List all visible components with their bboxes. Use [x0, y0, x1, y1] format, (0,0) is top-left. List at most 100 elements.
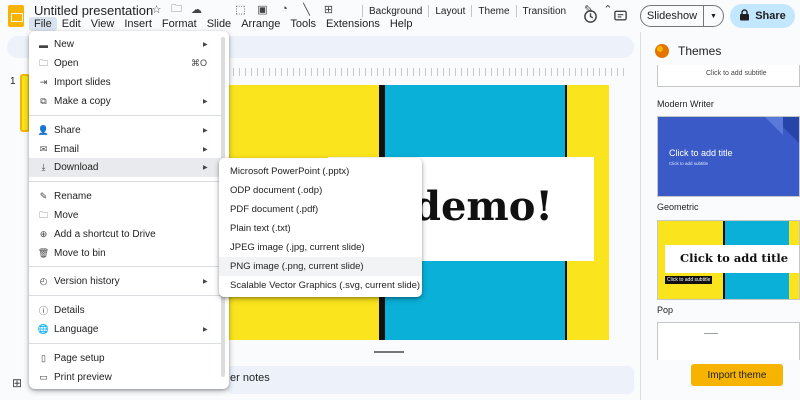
menu-slide[interactable]: Slide — [202, 17, 236, 31]
menu-item-add-shortcut[interactable]: ⊕ Add a shortcut to Drive — [29, 225, 221, 244]
slides-logo-icon[interactable] — [8, 5, 24, 27]
import-theme-button[interactable]: Import theme — [691, 364, 783, 386]
menu-arrange[interactable]: Arrange — [236, 17, 285, 31]
theme-button[interactable]: Theme — [472, 6, 515, 17]
menu-item-page-setup[interactable]: ▯ Page setup — [29, 349, 221, 368]
menu-item-make-copy[interactable]: ⧉ Make a copy ▶ — [29, 92, 221, 111]
menu-item-move-to-bin[interactable]: 🗑 Move to bin — [29, 244, 221, 263]
menu-item-download[interactable]: ⤓ Download ▶ — [29, 158, 221, 177]
download-odp[interactable]: ODP document (.odp) — [219, 181, 422, 200]
person-add-icon: 👤 — [37, 125, 50, 135]
globe-icon: 🌐 — [37, 324, 50, 334]
menu-item-new[interactable]: ▬ New ▶ — [29, 35, 221, 54]
star-icon[interactable]: ☆ — [150, 3, 163, 16]
history-icon: ◴ — [39, 276, 48, 286]
slide-title-text[interactable]: demo! — [413, 183, 553, 230]
theme-card-geometric[interactable]: Click to add title Click to add subtitle — [657, 116, 800, 197]
menu-format[interactable]: Format — [157, 17, 202, 31]
import-icon: ⇥ — [39, 77, 48, 87]
download-pdf[interactable]: PDF document (.pdf) — [219, 200, 422, 219]
menu-item-import-slides[interactable]: ⇥ Import slides — [29, 73, 221, 92]
move-folder-icon: 🗀 — [38, 209, 48, 220]
menu-item-version-history[interactable]: ◴ Version history ▶ — [29, 272, 221, 291]
menu-extensions[interactable]: Extensions — [321, 17, 385, 31]
menu-item-open[interactable]: 🗀 Open ⌘O — [29, 54, 221, 73]
shape-icon[interactable]: ◔ — [277, 3, 292, 16]
file-menu: ▬ New ▶ 🗀 Open ⌘O ⇥ Import slides ⧉ Make… — [29, 31, 229, 389]
open-shortcut: ⌘O — [190, 58, 207, 68]
download-pptx[interactable]: Microsoft PowerPoint (.pptx) — [219, 162, 422, 181]
folder-icon[interactable]: 🗀 — [170, 3, 183, 16]
slide-number: 1 — [10, 76, 16, 87]
menu-edit[interactable]: Edit — [57, 17, 86, 31]
transition-button[interactable]: Transition — [517, 6, 573, 17]
comment-icon[interactable] — [611, 7, 629, 25]
folder-open-icon: 🗀 — [38, 57, 48, 68]
download-png[interactable]: PNG image (.png, current slide) — [219, 257, 422, 276]
menu-item-details[interactable]: ⓘ Details — [29, 301, 221, 320]
copy-icon: ⧉ — [40, 96, 47, 106]
mail-icon: ✉ — [39, 144, 48, 154]
menu-item-language[interactable]: 🌐 Language ▶ — [29, 320, 221, 339]
menu-view[interactable]: View — [86, 17, 120, 31]
info-icon: ⓘ — [38, 306, 48, 316]
chevron-right-icon: ▶ — [203, 42, 208, 48]
image-icon[interactable]: ▣ — [255, 3, 270, 16]
background-button[interactable]: Background — [363, 6, 428, 17]
select-frame-icon[interactable]: ⬚ — [233, 3, 248, 16]
theme-name-modern-writer: Modern Writer — [657, 99, 714, 109]
chevron-down-icon[interactable]: ▼ — [704, 13, 723, 20]
document-title[interactable]: Untitled presentation — [34, 3, 153, 18]
palette-icon — [655, 44, 669, 58]
share-label: Share — [755, 10, 786, 22]
menu-bar: File Edit View Insert Format Slide Arran… — [29, 17, 417, 31]
line-icon[interactable]: ╲ — [299, 3, 314, 16]
canvas-scrollbar[interactable] — [374, 351, 404, 353]
preview-icon: ▭ — [39, 372, 48, 382]
layout-button[interactable]: Layout — [429, 6, 471, 17]
themes-title: Themes — [678, 44, 722, 58]
menu-insert[interactable]: Insert — [119, 17, 157, 31]
share-button[interactable]: Share — [730, 4, 795, 28]
menu-item-rename[interactable]: ✎ Rename — [29, 187, 221, 206]
menu-item-move[interactable]: 🗀 Move — [29, 206, 221, 225]
theme-card-pop[interactable]: Click to add title Click to add subtitle — [657, 220, 800, 300]
chevron-right-icon: ▶ — [203, 327, 208, 333]
theme-name-pop: Pop — [657, 305, 674, 315]
download-jpg[interactable]: JPEG image (.jpg, current slide) — [219, 238, 422, 257]
page-icon: ▯ — [41, 353, 46, 363]
menu-help[interactable]: Help — [385, 17, 418, 31]
chevron-right-icon: ▶ — [203, 279, 208, 285]
speaker-notes[interactable] — [227, 366, 634, 394]
download-submenu: Microsoft PowerPoint (.pptx) ODP documen… — [219, 158, 422, 297]
chevron-right-icon: ▶ — [203, 128, 208, 134]
download-icon: ⤓ — [41, 162, 46, 172]
menu-item-share[interactable]: 👤 Share ▶ — [29, 121, 221, 140]
chevron-up-icon[interactable]: ⌃ — [603, 3, 612, 16]
theme-card-simple[interactable]: Click to add subtitle — [657, 65, 800, 87]
grid-icon[interactable]: ⊞ — [12, 376, 22, 390]
themes-header: Themes — [655, 44, 721, 58]
menu-file[interactable]: File — [29, 17, 57, 31]
menu-item-print-preview[interactable]: ▭ Print preview — [29, 368, 221, 387]
drive-shortcut-icon: ⊕ — [39, 229, 48, 239]
speaker-notes-label: er notes — [230, 372, 270, 384]
chevron-right-icon: ▶ — [203, 165, 208, 171]
theme-card-next[interactable] — [657, 322, 800, 360]
download-txt[interactable]: Plain text (.txt) — [219, 219, 422, 238]
menu-item-email[interactable]: ✉ Email ▶ — [29, 140, 221, 159]
menu-tools[interactable]: Tools — [285, 17, 321, 31]
cloud-icon: ☁ — [191, 4, 202, 16]
chevron-right-icon: ▶ — [203, 147, 208, 153]
pen-icon[interactable]: ✎ — [584, 3, 593, 16]
chevron-right-icon: ▶ — [203, 99, 208, 105]
themes-list[interactable]: Click to add subtitle Modern Writer Clic… — [657, 65, 800, 360]
new-file-icon: ▬ — [39, 39, 48, 50]
lock-icon — [739, 8, 750, 24]
download-svg[interactable]: Scalable Vector Graphics (.svg, current … — [219, 276, 422, 295]
rename-icon: ✎ — [39, 191, 48, 201]
slideshow-button[interactable]: Slideshow ▼ — [640, 5, 724, 27]
comment-add-icon[interactable]: ⊞ — [321, 3, 336, 16]
trash-icon: 🗑 — [37, 248, 50, 258]
slideshow-label: Slideshow — [646, 10, 698, 22]
